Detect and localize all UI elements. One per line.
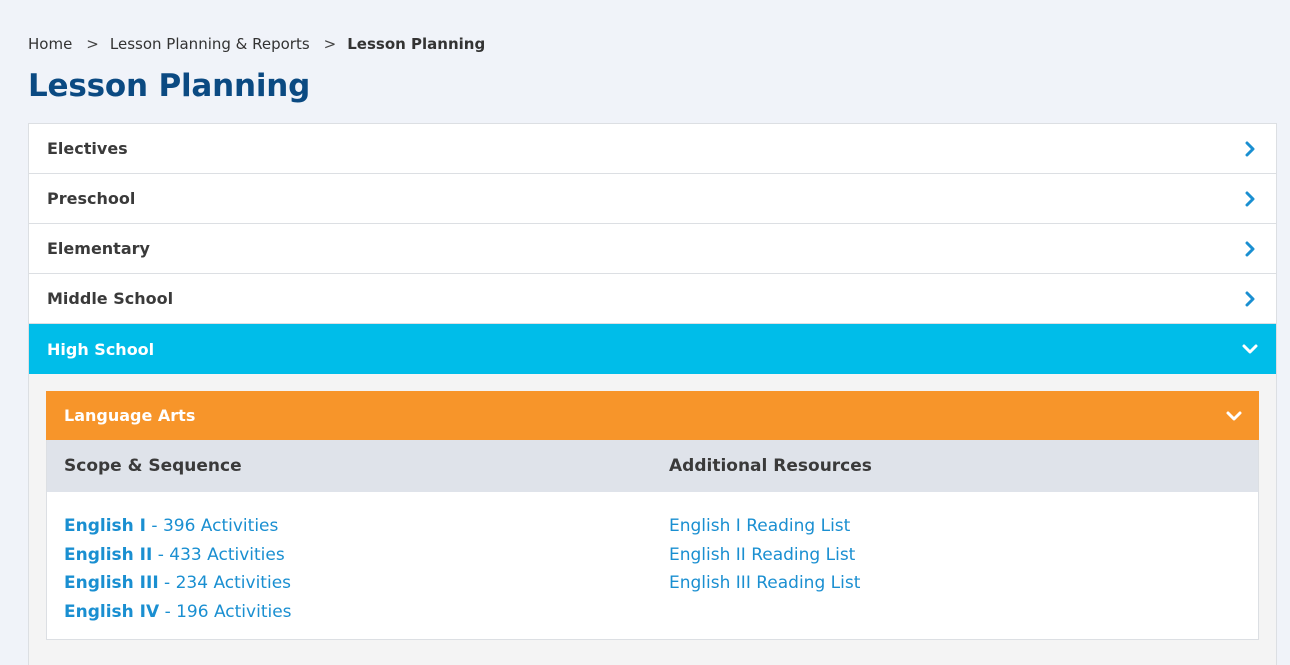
high-school-panel: Language Arts Scope & Sequence Additiona…	[29, 374, 1276, 665]
accordion-item-label: Electives	[47, 139, 128, 158]
breadcrumb-home[interactable]: Home	[28, 35, 72, 53]
breadcrumb-parent[interactable]: Lesson Planning & Reports	[110, 35, 310, 53]
subsection-language-arts[interactable]: Language Arts	[46, 391, 1259, 440]
additional-resources-heading: Additional Resources	[669, 456, 872, 476]
scope-sequence-list: English I - 396 Activities English II - …	[47, 512, 652, 626]
resource-link-english-i-reading-list[interactable]: English I Reading List	[669, 512, 860, 541]
course-name: English IV	[64, 601, 160, 622]
accordion-item-preschool[interactable]: Preschool	[29, 174, 1276, 224]
breadcrumb: Home > Lesson Planning & Reports > Lesso…	[28, 35, 485, 53]
accordion-item-label: Preschool	[47, 189, 136, 208]
activity-count: - 234 Activities	[158, 573, 292, 593]
scope-link-english-i[interactable]: English I - 396 Activities	[64, 512, 652, 541]
activity-count: - 196 Activities	[159, 601, 292, 622]
accordion-item-elementary[interactable]: Elementary	[29, 224, 1276, 274]
page: Home > Lesson Planning & Reports > Lesso…	[0, 0, 1290, 665]
page-title: Lesson Planning	[28, 68, 311, 104]
scope-sequence-heading: Scope & Sequence	[64, 456, 242, 476]
activity-count: - 433 Activities	[152, 544, 285, 565]
breadcrumb-separator: >	[86, 35, 99, 53]
language-arts-panel: Scope & Sequence Additional Resources En…	[46, 440, 1259, 640]
scope-link-english-iv[interactable]: English IV - 196 Activities	[64, 598, 652, 627]
accordion-item-middle-school[interactable]: Middle School	[29, 274, 1276, 324]
accordion-item-label: Middle School	[47, 289, 174, 308]
chevron-right-icon	[1240, 139, 1260, 159]
accordion-item-electives[interactable]: Electives	[29, 124, 1276, 174]
column-headers: Scope & Sequence Additional Resources	[47, 440, 1258, 492]
activity-count: - 396 Activities	[146, 516, 279, 536]
accordion-item-high-school[interactable]: High School	[29, 324, 1276, 374]
course-name: English I	[64, 516, 147, 536]
accordion-item-label: High School	[47, 339, 155, 359]
accordion-item-label: Elementary	[47, 239, 150, 258]
resource-link-english-iii-reading-list[interactable]: English III Reading List	[669, 569, 860, 598]
scope-link-english-iii[interactable]: English III - 234 Activities	[64, 569, 652, 598]
breadcrumb-separator: >	[323, 35, 337, 53]
chevron-right-icon	[1240, 239, 1260, 259]
lesson-accordion: Electives Preschool Elementary Middle Sc…	[28, 123, 1277, 665]
resource-link-english-ii-reading-list[interactable]: English II Reading List	[669, 541, 860, 570]
chevron-right-icon	[1240, 289, 1260, 309]
chevron-right-icon	[1240, 189, 1260, 209]
course-name: English II	[64, 544, 153, 565]
additional-resources-list: English I Reading List English II Readin…	[652, 512, 860, 626]
scope-link-english-ii[interactable]: English II - 433 Activities	[64, 541, 652, 570]
course-name: English III	[64, 573, 159, 593]
chevron-down-icon	[1225, 410, 1243, 422]
chevron-down-icon	[1240, 339, 1260, 359]
breadcrumb-current: Lesson Planning	[347, 35, 486, 53]
subsection-label: Language Arts	[64, 406, 196, 425]
